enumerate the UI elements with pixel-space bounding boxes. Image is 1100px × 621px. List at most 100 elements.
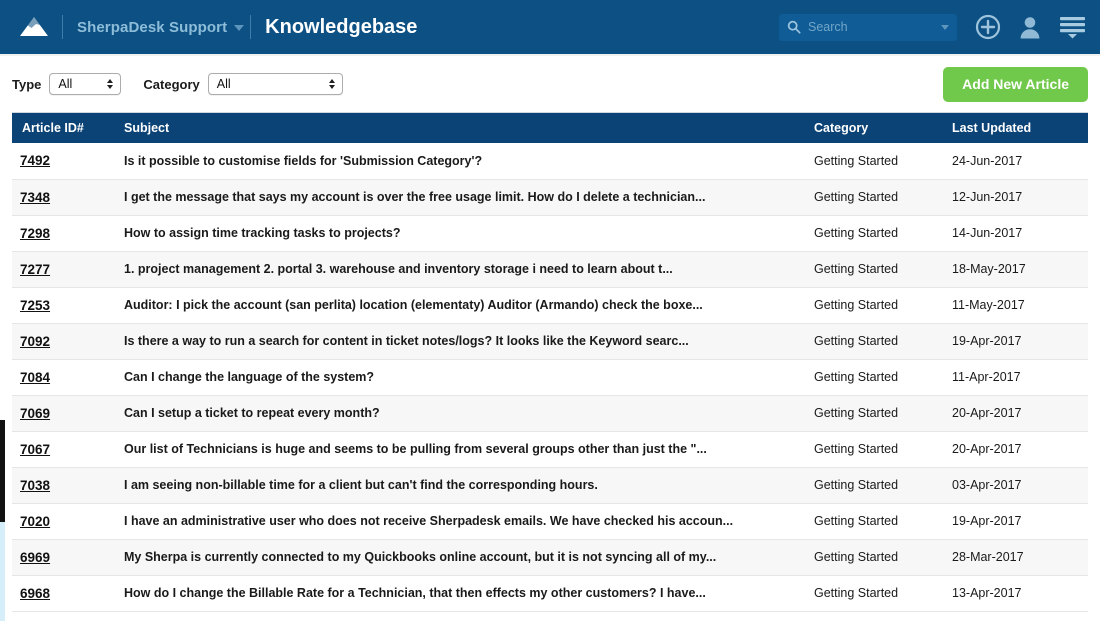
cell-subject[interactable]: 1. project management 2. portal 3. wareh… xyxy=(116,251,806,288)
column-header-category[interactable]: Category xyxy=(806,113,944,143)
cell-last-updated: 11-May-2017 xyxy=(944,287,1088,324)
cell-article-id: 7277 xyxy=(12,251,116,288)
filter-toolbar: Type All Category All Add New Article xyxy=(0,56,1100,112)
page-title: Knowledgebase xyxy=(265,15,418,38)
cell-category: Getting Started xyxy=(806,143,944,180)
table-row[interactable]: 7067 Our list of Technicians is huge and … xyxy=(12,431,1088,468)
cell-category: Getting Started xyxy=(806,287,944,324)
cell-last-updated: 20-Apr-2017 xyxy=(944,431,1088,468)
category-filter-label: Category xyxy=(143,76,200,92)
cell-article-id: 7084 xyxy=(12,359,116,396)
cell-subject[interactable]: Is it possible to customise fields for '… xyxy=(116,143,806,180)
brand-dropdown[interactable]: SherpaDesk Support xyxy=(77,18,245,36)
table-row[interactable]: 7253 Auditor: I pick the account (san per… xyxy=(12,287,1088,324)
cell-subject[interactable]: How do I change the Billable Rate for a … xyxy=(116,575,806,612)
column-header-subject[interactable]: Subject xyxy=(116,113,806,143)
brand-label: SherpaDesk Support xyxy=(77,18,228,36)
cell-article-id: 6968 xyxy=(12,575,116,612)
table-row[interactable]: 7348 I get the message that says my accou… xyxy=(12,179,1088,216)
header-actions: Search xyxy=(779,13,1086,41)
add-new-article-button[interactable]: Add New Article xyxy=(943,66,1088,102)
cell-subject[interactable]: Can I change the language of the system? xyxy=(116,359,806,396)
table-row[interactable]: 7277 1. project management 2. portal 3. w… xyxy=(12,251,1088,288)
table-row[interactable]: 6969 My Sherpa is currently connected to … xyxy=(12,539,1088,576)
cell-category: Getting Started xyxy=(806,251,944,288)
cell-last-updated: 20-Apr-2017 xyxy=(944,395,1088,432)
cell-article-id: 7348 xyxy=(12,179,116,216)
cell-category: Getting Started xyxy=(806,575,944,612)
table-row[interactable]: 7069 Can I setup a ticket to repeat every… xyxy=(12,395,1088,432)
table-row[interactable]: 7298 How to assign time tracking tasks to… xyxy=(12,215,1088,252)
cell-subject[interactable]: Can I setup a ticket to repeat every mon… xyxy=(116,395,806,432)
cell-category: Getting Started xyxy=(806,503,944,540)
cell-subject[interactable]: Our list of Technicians is huge and seem… xyxy=(116,431,806,468)
article-id-link[interactable]: 7298 xyxy=(20,226,50,241)
column-header-last-updated[interactable]: Last Updated xyxy=(944,113,1088,143)
cell-article-id: 7067 xyxy=(12,431,116,468)
table-row[interactable]: 6968 How do I change the Billable Rate fo… xyxy=(12,575,1088,612)
cell-article-id: 7492 xyxy=(12,143,116,180)
article-id-link[interactable]: 7253 xyxy=(20,298,50,313)
cell-last-updated: 12-Jun-2017 xyxy=(944,179,1088,216)
cell-category: Getting Started xyxy=(806,179,944,216)
article-id-link[interactable]: 7092 xyxy=(20,334,50,349)
type-filter-label: Type xyxy=(12,76,42,92)
article-id-link[interactable]: 7038 xyxy=(20,478,50,493)
cell-subject[interactable]: Auditor: I pick the account (san perlita… xyxy=(116,287,806,324)
cell-article-id: 6969 xyxy=(12,539,116,576)
search-input[interactable]: Search xyxy=(779,13,957,41)
chevron-down-icon xyxy=(234,24,245,31)
table-row[interactable]: 7084 Can I change the language of the sys… xyxy=(12,359,1088,396)
search-placeholder-text: Search xyxy=(808,20,848,34)
category-filter-select[interactable]: All xyxy=(207,73,343,95)
table-row[interactable]: 7092 Is there a way to run a search for c… xyxy=(12,323,1088,360)
user-icon[interactable] xyxy=(1019,15,1041,40)
search-chevron-down-icon[interactable] xyxy=(941,24,949,30)
article-id-link[interactable]: 6968 xyxy=(20,586,50,601)
search-icon xyxy=(787,20,801,34)
cell-subject[interactable]: Is there a way to run a search for conte… xyxy=(116,323,806,360)
cell-last-updated: 13-Apr-2017 xyxy=(944,575,1088,612)
table-body: 7492 Is it possible to customise fields f… xyxy=(12,143,1088,612)
cell-subject[interactable]: I have an administrative user who does n… xyxy=(116,503,806,540)
cell-last-updated: 03-Apr-2017 xyxy=(944,467,1088,504)
cell-category: Getting Started xyxy=(806,323,944,360)
type-filter-value: All xyxy=(58,77,73,91)
cell-last-updated: 14-Jun-2017 xyxy=(944,215,1088,252)
category-filter-value: All xyxy=(216,77,231,91)
top-navigation-bar: SherpaDesk Support Knowledgebase Search xyxy=(0,0,1100,56)
article-id-link[interactable]: 7277 xyxy=(20,262,50,277)
table-header-row: Article ID# Subject Category Last Update… xyxy=(12,113,1088,143)
table-header: Article ID# Subject Category Last Update… xyxy=(12,113,1088,143)
left-edge-blue-strip xyxy=(0,522,5,621)
article-id-link[interactable]: 7069 xyxy=(20,406,50,421)
cell-subject[interactable]: How to assign time tracking tasks to pro… xyxy=(116,215,806,252)
cell-article-id: 7020 xyxy=(12,503,116,540)
article-id-link[interactable]: 7492 xyxy=(20,153,50,168)
cell-subject[interactable]: I get the message that says my account i… xyxy=(116,179,806,216)
plus-circle-icon[interactable] xyxy=(975,14,1001,40)
cell-article-id: 7069 xyxy=(12,395,116,432)
cell-last-updated: 19-Apr-2017 xyxy=(944,503,1088,540)
cell-last-updated: 24-Jun-2017 xyxy=(944,143,1088,180)
cell-subject[interactable]: I am seeing non-billable time for a clie… xyxy=(116,467,806,504)
cell-last-updated: 18-May-2017 xyxy=(944,251,1088,288)
cell-category: Getting Started xyxy=(806,467,944,504)
table-row[interactable]: 7020 I have an administrative user who do… xyxy=(12,503,1088,540)
column-header-article-id[interactable]: Article ID# xyxy=(12,113,116,143)
type-filter-select[interactable]: All xyxy=(49,73,122,95)
table-row[interactable]: 7038 I am seeing non-billable time for a … xyxy=(12,467,1088,504)
hamburger-menu-icon[interactable] xyxy=(1059,15,1086,39)
article-id-link[interactable]: 7020 xyxy=(20,514,50,529)
cell-subject[interactable]: My Sherpa is currently connected to my Q… xyxy=(116,539,806,576)
sherpadesk-mountain-logo[interactable] xyxy=(12,9,56,45)
article-id-link[interactable]: 7067 xyxy=(20,442,50,457)
stepper-arrows-icon xyxy=(328,79,335,89)
article-id-link[interactable]: 6969 xyxy=(20,550,50,565)
knowledgebase-table-container: Article ID# Subject Category Last Update… xyxy=(12,112,1088,612)
article-id-link[interactable]: 7084 xyxy=(20,370,50,385)
cell-category: Getting Started xyxy=(806,539,944,576)
cell-article-id: 7038 xyxy=(12,467,116,504)
table-row[interactable]: 7492 Is it possible to customise fields f… xyxy=(12,143,1088,180)
article-id-link[interactable]: 7348 xyxy=(20,190,50,205)
